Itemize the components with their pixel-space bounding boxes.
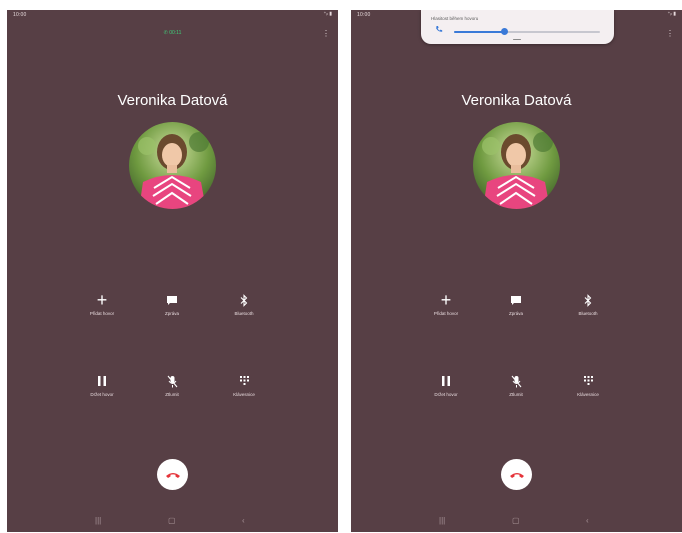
status-bar: 10:00 ⁺ᵢₗ ▮ xyxy=(7,10,338,24)
volume-panel: Hlasitost během hovoru xyxy=(421,10,614,44)
call-screen-right: 10:00 ⁺ᵢₗ ▮ ⋮ Hlasitost během hovoru Ver… xyxy=(351,10,682,532)
call-duration-text: 00:11 xyxy=(169,30,182,36)
plus-icon: + xyxy=(440,290,452,310)
navigation-bar: ||| ▢ ‹ xyxy=(351,512,682,532)
bluetooth-icon xyxy=(240,293,248,307)
mute-button[interactable]: Ztlumit xyxy=(486,372,546,397)
home-icon[interactable]: ▢ xyxy=(168,516,176,525)
bluetooth-icon xyxy=(584,293,592,307)
mic-off-icon xyxy=(511,375,521,387)
recents-icon[interactable]: ||| xyxy=(439,516,445,525)
back-icon[interactable]: ‹ xyxy=(586,516,589,525)
caller-name: Veronika Datová xyxy=(117,92,228,109)
message-label: Zpráva xyxy=(164,311,179,316)
avatar-photo xyxy=(129,122,216,209)
bluetooth-label: Bluetooth xyxy=(234,311,254,316)
status-icons: ⁺ᵢₗ ▮ xyxy=(667,11,676,17)
call-screen-left: 10:00 ⁺ᵢₗ ▮ ✆ 00:11 ⋮ Veronika Datová + … xyxy=(7,10,338,532)
hold-call-button[interactable]: Držet hovor xyxy=(416,372,476,397)
bluetooth-button[interactable]: Bluetooth xyxy=(214,291,274,316)
mute-label: Ztlumit xyxy=(165,392,179,397)
status-time: 10:00 xyxy=(357,12,371,18)
more-vertical-icon[interactable]: ⋮ xyxy=(322,30,330,38)
add-call-button[interactable]: + Přidat hovor xyxy=(72,291,132,316)
bluetooth-button[interactable]: Bluetooth xyxy=(558,291,618,316)
mute-button[interactable]: Ztlumit xyxy=(142,372,202,397)
more-vertical-icon[interactable]: ⋮ xyxy=(666,30,674,38)
add-call-label: Přidat hovor xyxy=(433,311,459,316)
add-call-label: Přidat hovor xyxy=(89,311,115,316)
add-call-button[interactable]: + Přidat hovor xyxy=(416,291,476,316)
hold-call-button[interactable]: Držet hovor xyxy=(72,372,132,397)
keypad-label: Klávesnice xyxy=(577,392,599,397)
pause-icon xyxy=(98,376,106,386)
keypad-button[interactable]: Klávesnice xyxy=(558,372,618,397)
status-icons: ⁺ᵢₗ ▮ xyxy=(323,11,332,17)
hold-call-label: Držet hovor xyxy=(434,392,458,397)
panel-expand-handle[interactable] xyxy=(513,39,521,40)
volume-slider-fill xyxy=(454,31,504,33)
mic-off-icon xyxy=(167,375,177,387)
hold-call-label: Držet hovor xyxy=(90,392,114,397)
message-button[interactable]: Zpráva xyxy=(142,291,202,316)
volume-slider-thumb[interactable] xyxy=(500,28,508,35)
message-button[interactable]: Zpráva xyxy=(486,291,546,316)
recents-icon[interactable]: ||| xyxy=(95,516,101,525)
call-duration: ✆ 00:11 xyxy=(7,30,338,36)
mute-label: Ztlumit xyxy=(509,392,523,397)
status-time: 10:00 xyxy=(13,12,27,18)
caller-avatar xyxy=(129,122,216,209)
message-bubble-icon xyxy=(511,295,521,305)
back-icon[interactable]: ‹ xyxy=(242,516,245,525)
phone-end-icon xyxy=(509,472,524,478)
keypad-label: Klávesnice xyxy=(233,392,255,397)
phone-end-icon xyxy=(165,472,180,478)
avatar-photo xyxy=(473,122,560,209)
home-icon[interactable]: ▢ xyxy=(512,516,520,525)
volume-slider[interactable] xyxy=(454,28,600,35)
plus-icon: + xyxy=(96,290,108,310)
end-call-button[interactable] xyxy=(501,459,532,490)
message-bubble-icon xyxy=(167,295,177,305)
phone-volume-icon xyxy=(436,26,443,32)
dialpad-icon xyxy=(239,376,249,385)
volume-title: Hlasitost během hovoru xyxy=(431,16,479,21)
keypad-button[interactable]: Klávesnice xyxy=(214,372,274,397)
dialpad-icon xyxy=(583,376,593,385)
caller-name: Veronika Datová xyxy=(461,92,572,109)
caller-avatar xyxy=(473,122,560,209)
navigation-bar: ||| ▢ ‹ xyxy=(7,512,338,532)
message-label: Zpráva xyxy=(508,311,523,316)
bluetooth-label: Bluetooth xyxy=(578,311,598,316)
end-call-button[interactable] xyxy=(157,459,188,490)
pause-icon xyxy=(442,376,450,386)
